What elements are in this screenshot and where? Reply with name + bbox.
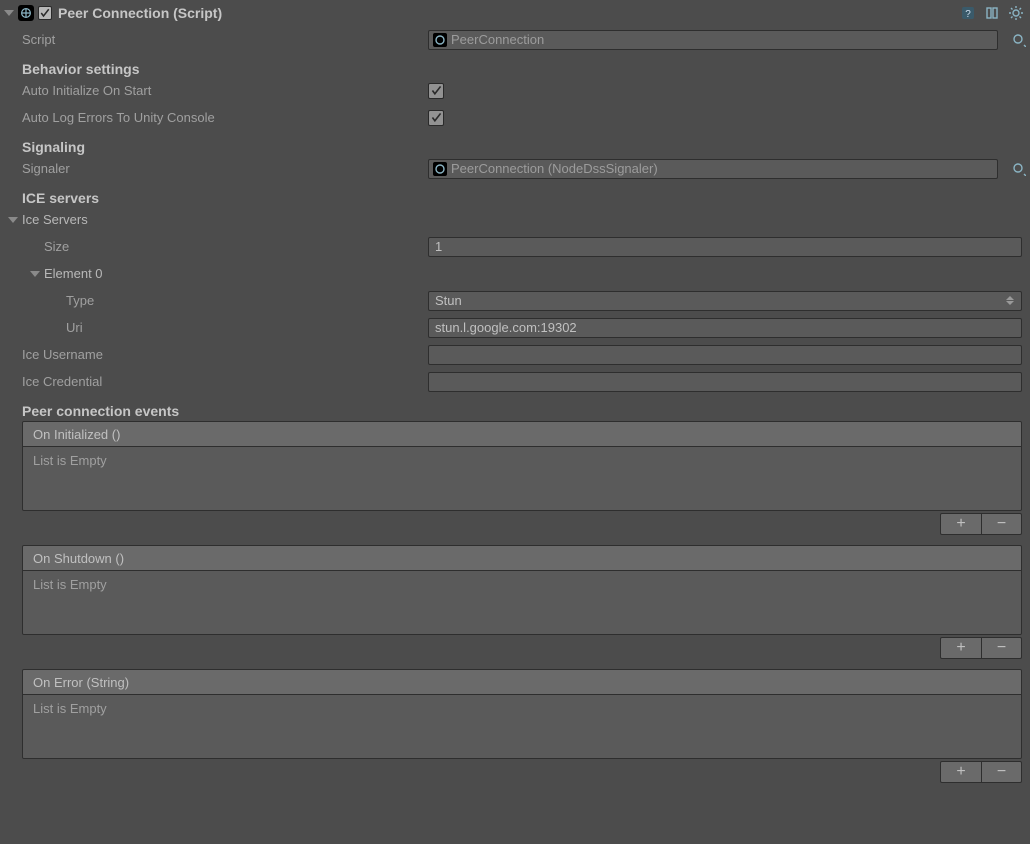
auto-init-checkbox[interactable] [428,83,444,99]
auto-log-row: Auto Log Errors To Unity Console [0,104,1030,131]
svg-text:?: ? [965,9,971,20]
signaler-label: Signaler [22,161,428,176]
signaler-row: Signaler PeerConnection (NodeDssSignaler… [0,155,1030,182]
foldout-icon[interactable] [8,217,18,223]
remove-listener-button[interactable]: − [981,514,1021,534]
ice-element-label: Element 0 [44,266,103,281]
csharp-icon [433,162,447,176]
component-foldout-icon[interactable] [4,10,14,16]
event-body: List is Empty [23,570,1021,634]
ice-size-row: Size [0,233,1030,260]
ice-type-label: Type [22,293,428,308]
ice-username-row: Ice Username [0,341,1030,368]
remove-listener-button[interactable]: − [981,762,1021,782]
component-title: Peer Connection (Script) [58,5,960,21]
ice-element-0[interactable]: Element 0 [0,260,1030,287]
behavior-heading: Behavior settings [0,53,1030,77]
event-footer: + − [22,761,1022,783]
signaling-heading: Signaling [0,131,1030,155]
on-initialized-event: On Initialized () List is Empty [22,421,1022,511]
ice-username-input[interactable] [428,345,1022,365]
inspector: Peer Connection (Script) ? Script PeerCo… [0,0,1030,844]
script-field: PeerConnection [428,30,998,50]
ice-credential-input[interactable] [428,372,1022,392]
ice-uri-input[interactable] [428,318,1022,338]
component-header: Peer Connection (Script) ? [0,0,1030,26]
ice-type-row: Type Stun [0,287,1030,314]
ice-servers-label: Ice Servers [22,212,88,227]
add-listener-button[interactable]: + [941,638,981,658]
object-picker-icon[interactable] [1012,30,1026,50]
on-error-event: On Error (String) List is Empty [22,669,1022,759]
ice-type-value: Stun [435,293,462,308]
ice-size-label: Size [22,239,428,254]
script-row: Script PeerConnection [0,26,1030,53]
event-header: On Error (String) [23,670,1021,694]
event-header: On Shutdown () [23,546,1021,570]
ice-servers-list[interactable]: Ice Servers [0,206,1030,233]
ice-type-dropdown[interactable]: Stun [428,291,1022,311]
foldout-icon[interactable] [30,271,40,277]
event-header: On Initialized () [23,422,1021,446]
component-enabled-checkbox[interactable] [38,6,52,20]
event-body: List is Empty [23,446,1021,510]
object-picker-icon[interactable] [1012,159,1026,179]
event-body: List is Empty [23,694,1021,758]
signaler-field[interactable]: PeerConnection (NodeDssSignaler) [428,159,998,179]
component-type-icon [18,5,34,21]
ice-credential-row: Ice Credential [0,368,1030,395]
ice-uri-label: Uri [22,320,428,335]
event-footer: + − [22,637,1022,659]
csharp-icon [433,33,447,47]
ice-username-label: Ice Username [22,347,428,362]
event-footer: + − [22,513,1022,535]
auto-log-checkbox[interactable] [428,110,444,126]
auto-init-row: Auto Initialize On Start [0,77,1030,104]
add-listener-button[interactable]: + [941,762,981,782]
add-listener-button[interactable]: + [941,514,981,534]
ice-credential-label: Ice Credential [22,374,428,389]
ice-heading: ICE servers [0,182,1030,206]
signaler-value: PeerConnection (NodeDssSignaler) [451,161,658,176]
auto-log-label: Auto Log Errors To Unity Console [22,110,428,125]
dropdown-arrows-icon [1005,296,1015,305]
ice-size-input[interactable] [428,237,1022,257]
gear-icon[interactable] [1008,5,1024,21]
ice-uri-row: Uri [0,314,1030,341]
remove-listener-button[interactable]: − [981,638,1021,658]
events-heading: Peer connection events [0,395,1030,419]
auto-init-label: Auto Initialize On Start [22,83,428,98]
help-icon[interactable]: ? [960,5,976,21]
on-shutdown-event: On Shutdown () List is Empty [22,545,1022,635]
script-value: PeerConnection [451,32,544,47]
preset-icon[interactable] [984,5,1000,21]
script-label: Script [22,32,428,47]
